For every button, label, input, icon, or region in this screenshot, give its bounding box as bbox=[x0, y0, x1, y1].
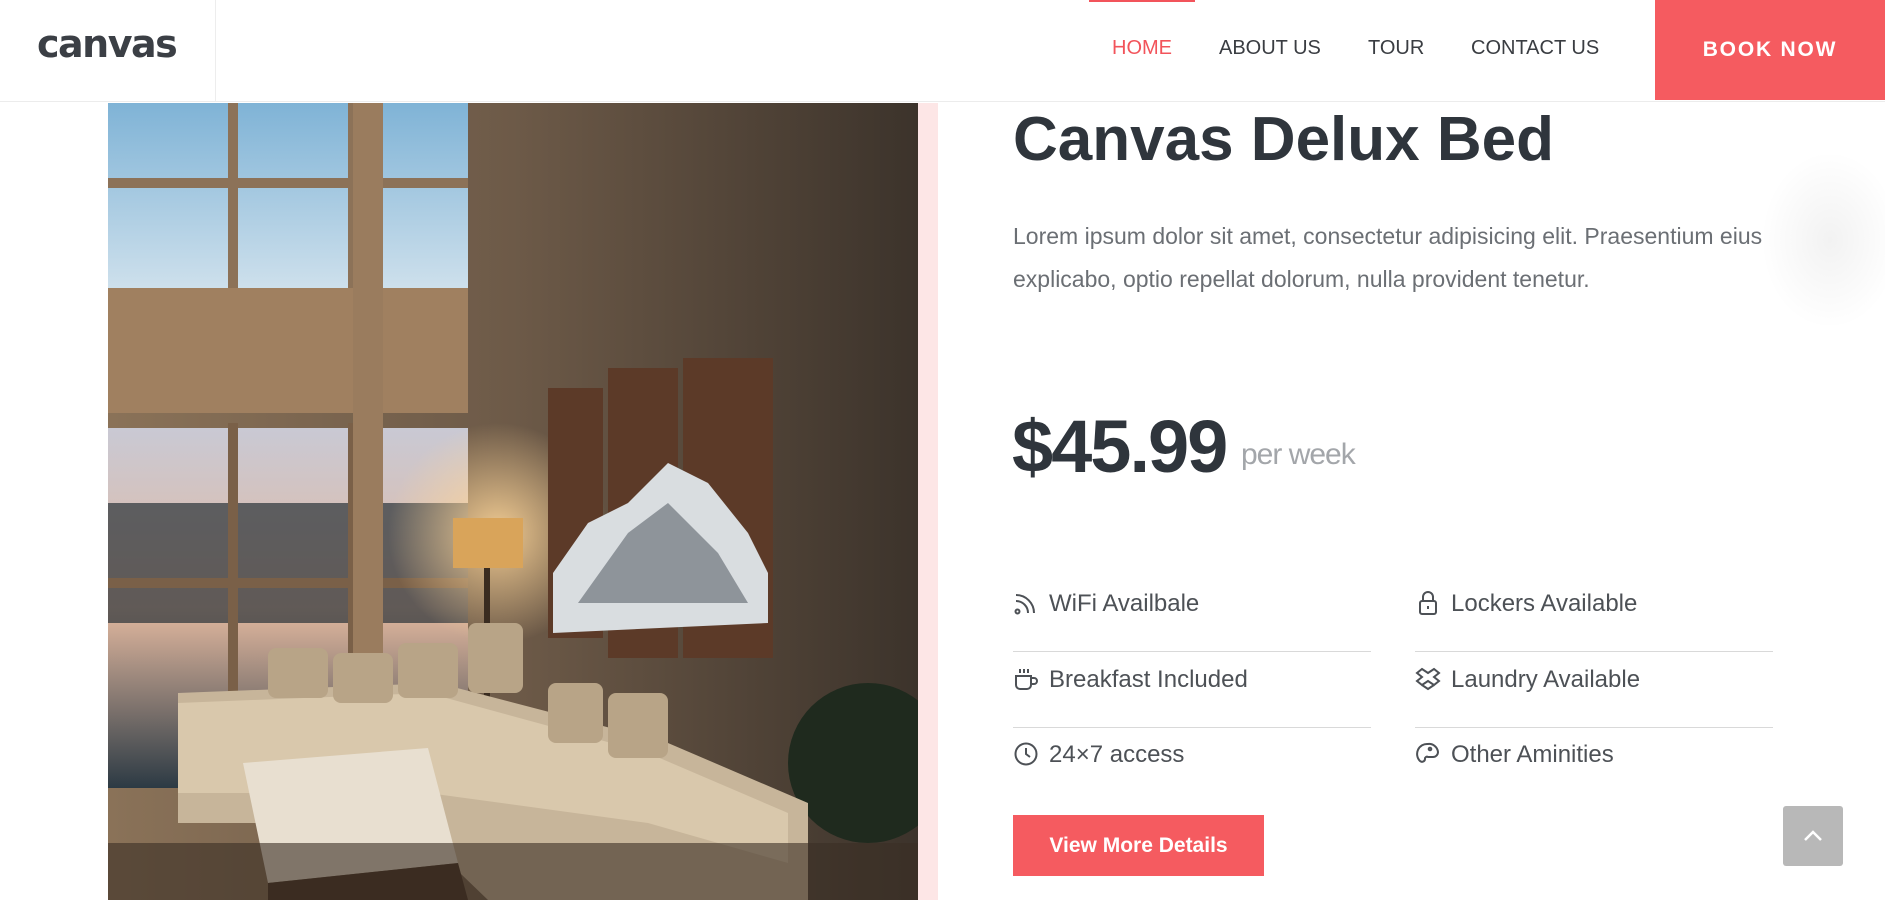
feature-label: Laundry Available bbox=[1451, 666, 1641, 693]
clock-icon bbox=[1013, 741, 1039, 767]
site-logo[interactable]: canvas bbox=[37, 22, 178, 66]
feature-breakfast: Breakfast Included bbox=[1013, 652, 1371, 728]
nav-tour[interactable]: TOUR bbox=[1368, 37, 1424, 60]
feature-other: Other Aminities bbox=[1415, 727, 1773, 803]
room-photo bbox=[108, 103, 918, 900]
palette-icon bbox=[1415, 741, 1441, 767]
feature-label: WiFi Availbale bbox=[1049, 590, 1200, 617]
feature-laundry: Laundry Available bbox=[1415, 652, 1773, 728]
logo-container: canvas bbox=[0, 0, 216, 102]
feature-label: 24×7 access bbox=[1049, 741, 1185, 768]
nav-about-us[interactable]: ABOUT US bbox=[1219, 37, 1321, 60]
feature-lockers: Lockers Available bbox=[1415, 576, 1773, 652]
product-title: Canvas Delux Bed bbox=[1013, 105, 1554, 174]
feature-access: 24×7 access bbox=[1013, 727, 1371, 803]
view-more-details-button[interactable]: View More Details bbox=[1013, 815, 1264, 876]
feature-label: Lockers Available bbox=[1451, 590, 1638, 617]
product-price: $45.99 bbox=[1012, 405, 1228, 488]
laundry-icon bbox=[1415, 666, 1441, 692]
coffee-cup-icon bbox=[1013, 666, 1039, 692]
feature-label: Breakfast Included bbox=[1049, 666, 1248, 693]
feature-wifi: WiFi Availbale bbox=[1013, 576, 1371, 652]
nav-home[interactable]: HOME bbox=[1112, 37, 1172, 60]
nav-contact-us[interactable]: CONTACT US bbox=[1471, 37, 1599, 60]
site-header: canvas HOME ABOUT US TOUR CONTACT US BOO… bbox=[0, 0, 1885, 102]
book-now-button[interactable]: BOOK NOW bbox=[1655, 0, 1885, 100]
product-description: Lorem ipsum dolor sit amet, consectetur … bbox=[1013, 223, 1763, 292]
chevron-up-icon bbox=[1804, 830, 1822, 841]
active-nav-indicator bbox=[1089, 0, 1195, 2]
decorative-accent-strip bbox=[918, 103, 938, 900]
price-unit: per week bbox=[1241, 438, 1356, 471]
wifi-icon bbox=[1013, 590, 1039, 616]
lock-icon bbox=[1415, 590, 1441, 616]
feature-label: Other Aminities bbox=[1451, 741, 1614, 768]
scroll-to-top-button[interactable] bbox=[1783, 806, 1843, 866]
decorative-shadow bbox=[1760, 150, 1885, 330]
